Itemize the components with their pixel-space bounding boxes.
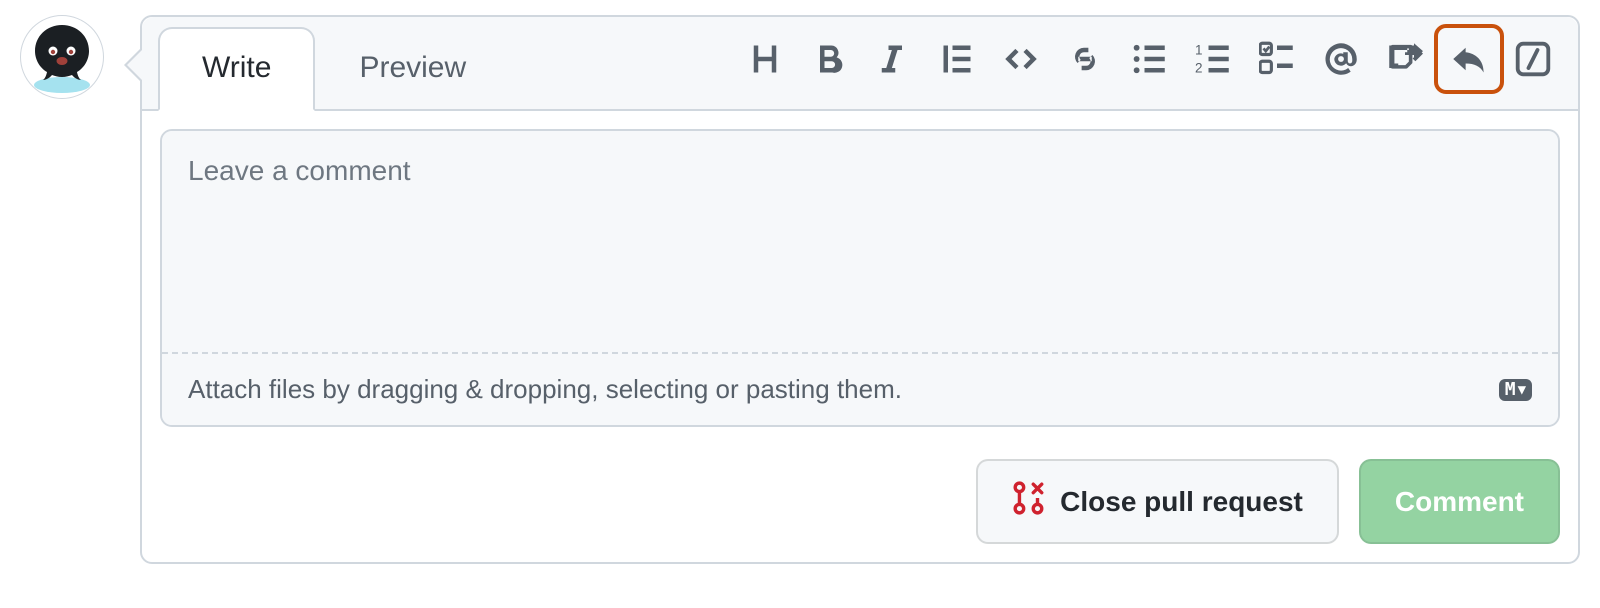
tab-bar: Write Preview xyxy=(142,17,1578,111)
close-pr-label: Close pull request xyxy=(1060,486,1303,518)
quote-icon[interactable] xyxy=(932,34,982,84)
mention-icon[interactable] xyxy=(1316,34,1366,84)
task-list-icon[interactable] xyxy=(1252,34,1302,84)
italic-icon[interactable] xyxy=(868,34,918,84)
svg-text:1: 1 xyxy=(1195,43,1203,58)
close-pull-request-button[interactable]: Close pull request xyxy=(976,459,1339,544)
comment-field-wrap: Attach files by dragging & dropping, sel… xyxy=(160,129,1560,427)
git-pull-request-closed-icon xyxy=(1012,481,1046,522)
comment-button[interactable]: Comment xyxy=(1359,459,1560,544)
formatting-toolbar: 12 xyxy=(740,34,1562,102)
comment-box: Write Preview xyxy=(140,15,1580,564)
unordered-list-icon[interactable] xyxy=(1124,34,1174,84)
heading-icon[interactable] xyxy=(740,34,790,84)
comment-textarea[interactable] xyxy=(162,131,1558,347)
attach-hint[interactable]: Attach files by dragging & dropping, sel… xyxy=(162,352,1558,425)
markdown-icon[interactable]: M▼ xyxy=(1499,379,1532,401)
svg-text:2: 2 xyxy=(1195,61,1203,76)
action-bar: Close pull request Comment xyxy=(160,459,1560,544)
slash-commands-icon[interactable] xyxy=(1508,34,1558,84)
cross-reference-icon[interactable] xyxy=(1380,34,1430,84)
ordered-list-icon[interactable]: 12 xyxy=(1188,34,1238,84)
comment-label: Comment xyxy=(1395,486,1524,518)
code-icon[interactable] xyxy=(996,34,1046,84)
tab-write[interactable]: Write xyxy=(158,27,315,111)
attach-hint-text: Attach files by dragging & dropping, sel… xyxy=(188,374,902,405)
tab-preview[interactable]: Preview xyxy=(315,27,510,111)
avatar[interactable] xyxy=(20,15,104,99)
link-icon[interactable] xyxy=(1060,34,1110,84)
bold-icon[interactable] xyxy=(804,34,854,84)
reply-icon[interactable] xyxy=(1444,34,1494,84)
